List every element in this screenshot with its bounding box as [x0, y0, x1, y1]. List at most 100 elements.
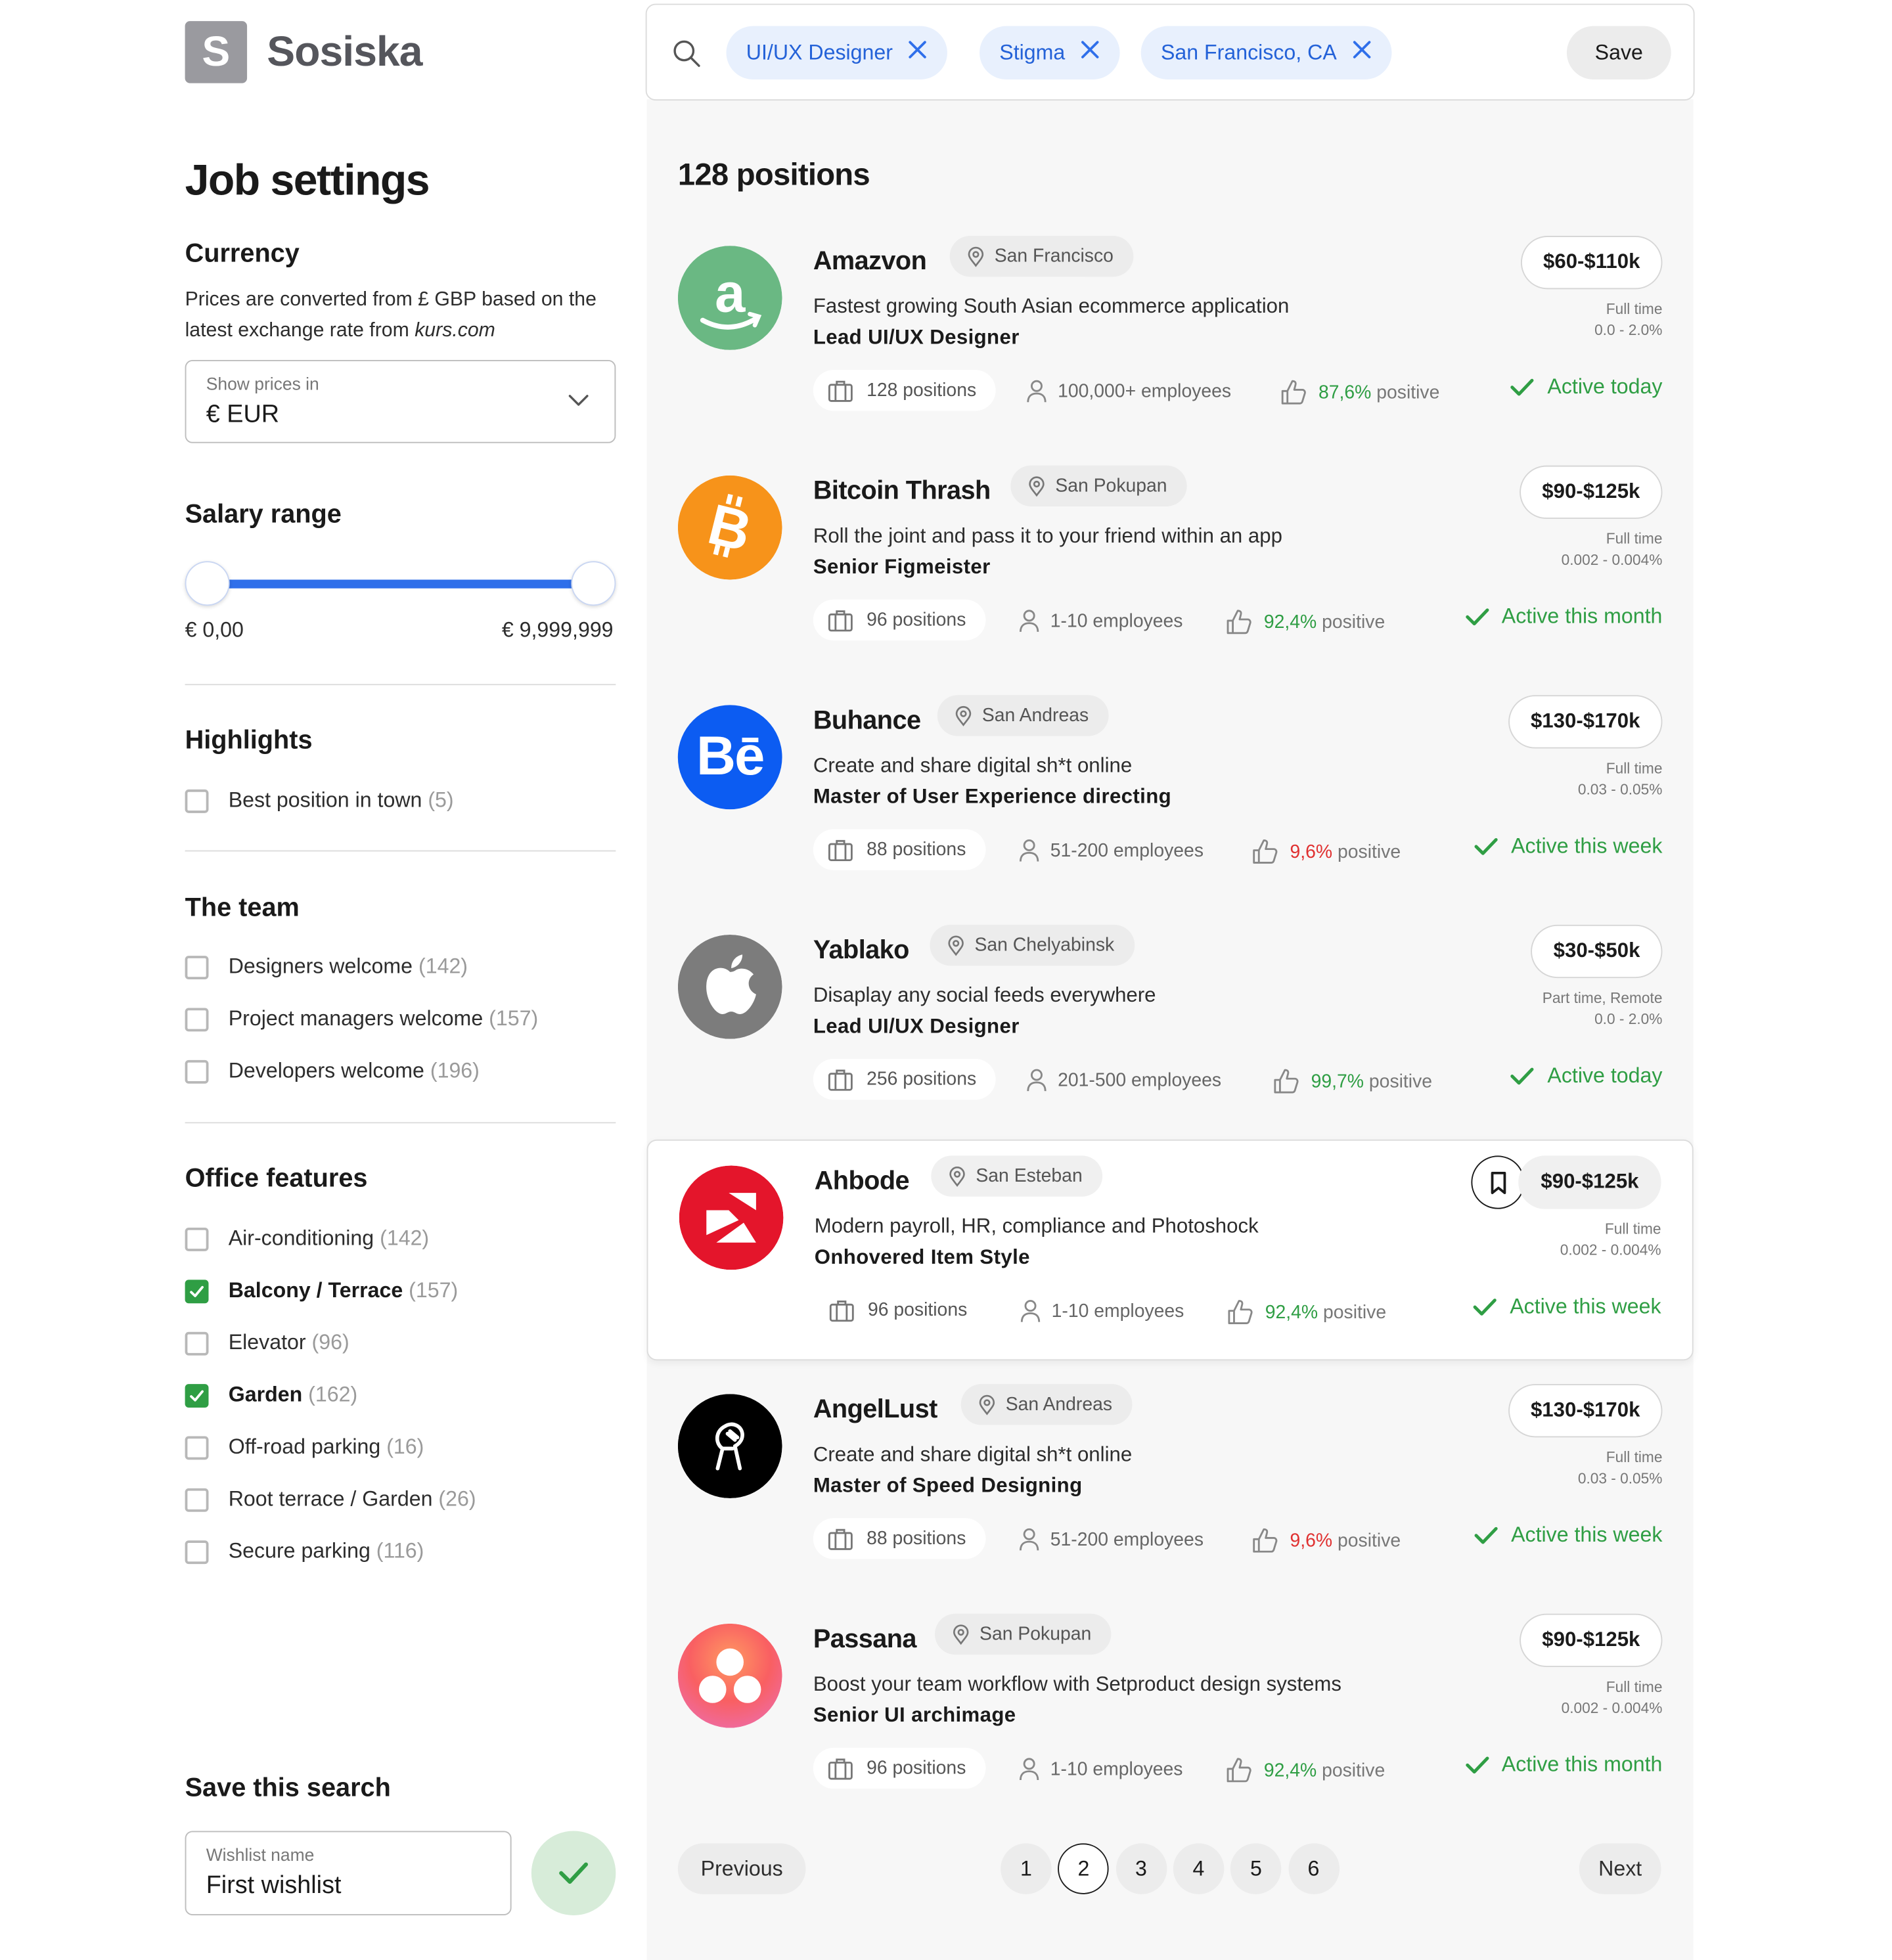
- search-bar[interactable]: UI/UX Designer Stigma San Francisco, CA Sa…: [645, 3, 1695, 101]
- page-number-button[interactable]: 5: [1230, 1843, 1282, 1894]
- company-name[interactable]: Bitcoin Thrash: [813, 477, 991, 506]
- wishlist-name-input[interactable]: Wishlist name First wishlist: [185, 1831, 512, 1915]
- filter-checkbox[interactable]: Designers welcome (142): [185, 953, 468, 981]
- rating-suffix: positive: [1368, 1070, 1433, 1092]
- remove-chip-button[interactable]: [1351, 39, 1371, 66]
- filter-checkbox[interactable]: Air-conditioning (142): [185, 1225, 430, 1253]
- activity-text: Active this month: [1501, 1752, 1663, 1777]
- filter-checkbox[interactable]: Secure parking (116): [185, 1538, 424, 1565]
- app-logo[interactable]: S Sosiska: [185, 21, 423, 83]
- save-search-button[interactable]: Save: [1566, 26, 1671, 79]
- checkbox-count: (142): [380, 1226, 430, 1251]
- checkbox-checked[interactable]: [185, 1383, 209, 1408]
- checkbox-unchecked[interactable]: [185, 1331, 209, 1355]
- job-card[interactable]: B Bitcoin Thrash San Pokupan Roll the joint…: [647, 459, 1694, 677]
- rating-text: 99,7% positive: [1311, 1071, 1432, 1092]
- positions-count: 256 positions: [867, 1069, 977, 1090]
- positions-badge: 88 positions: [813, 1518, 986, 1559]
- positions-badge: 128 positions: [813, 370, 997, 411]
- page-number-button[interactable]: 2: [1058, 1843, 1110, 1894]
- job-card[interactable]: Passana San Pokupan Boost your team workfl…: [647, 1607, 1694, 1825]
- filters-sidebar: S Sosiska Job settings Currency Prices a…: [185, 0, 616, 1960]
- positions-badge: 96 positions: [813, 1747, 986, 1789]
- filter-checkbox[interactable]: Root terrace / Garden (26): [185, 1486, 476, 1513]
- checkbox-unchecked[interactable]: [185, 1059, 209, 1083]
- positions-badge: 96 positions: [813, 599, 986, 641]
- rating-text: 92,4% positive: [1265, 1301, 1386, 1322]
- filter-checkbox[interactable]: Project managers welcome (157): [185, 1006, 538, 1033]
- chevron-down-icon: [568, 395, 589, 406]
- filter-checkbox[interactable]: Balcony / Terrace (157): [185, 1278, 458, 1305]
- company-name[interactable]: Ahbode: [815, 1167, 910, 1196]
- salary-range-slider[interactable]: [185, 561, 616, 606]
- bookmark-button[interactable]: [1471, 1155, 1525, 1209]
- filter-checkbox[interactable]: Garden (162): [185, 1381, 357, 1409]
- company-name[interactable]: AngelLust: [813, 1395, 937, 1425]
- positions-count: 96 positions: [867, 1757, 966, 1779]
- check-icon: [1465, 608, 1489, 626]
- positions-count: 88 positions: [867, 1528, 966, 1549]
- job-card[interactable]: Ahbode San Esteban Modern payroll, HR, com…: [646, 1139, 1694, 1361]
- save-search-heading: Save this search: [185, 1773, 391, 1802]
- activity-status: Active this month: [1464, 604, 1662, 629]
- salary-min-handle[interactable]: [185, 561, 230, 606]
- page-number-button[interactable]: 3: [1115, 1843, 1167, 1894]
- filter-chip[interactable]: Stigma: [980, 26, 1120, 79]
- positions-badge: 256 positions: [813, 1058, 997, 1100]
- checkbox-unchecked[interactable]: [185, 955, 209, 979]
- filter-checkbox[interactable]: Elevator (96): [185, 1329, 349, 1357]
- location-text: San Pokupan: [980, 1623, 1092, 1645]
- job-card[interactable]: AngelLust San Andreas Create and share dig…: [647, 1378, 1694, 1595]
- checkbox-unchecked[interactable]: [185, 1435, 209, 1459]
- checkbox-checked[interactable]: [185, 1279, 209, 1303]
- remove-chip-button[interactable]: [908, 39, 928, 66]
- filter-checkbox[interactable]: Best position in town (5): [185, 787, 454, 814]
- rating-suffix: positive: [1322, 611, 1385, 633]
- company-name[interactable]: Buhance: [813, 706, 921, 736]
- checkbox-label-text: Secure parking: [228, 1539, 371, 1563]
- page-number-button[interactable]: 6: [1288, 1843, 1340, 1894]
- filter-checkbox[interactable]: Off-road parking (16): [185, 1434, 424, 1461]
- page-number-button[interactable]: 4: [1173, 1843, 1225, 1894]
- activity-status: Active this month: [1464, 1752, 1662, 1777]
- salary-max-handle[interactable]: [571, 561, 616, 606]
- job-role: Lead UI/UX Designer: [813, 1015, 1020, 1038]
- rating-text: 92,4% positive: [1264, 612, 1385, 633]
- salary-badge: $60-$110k: [1521, 236, 1663, 290]
- checkbox-unchecked[interactable]: [185, 1540, 209, 1564]
- rating-info: 9,6% positive: [1251, 1526, 1401, 1554]
- salary-heading: Salary range: [185, 500, 342, 529]
- currency-select[interactable]: Show prices in € EUR: [185, 360, 616, 443]
- confirm-wishlist-button[interactable]: [531, 1831, 616, 1915]
- next-page-button[interactable]: Next: [1579, 1843, 1661, 1894]
- company-tagline: Modern payroll, HR, compliance and Photo…: [814, 1215, 1259, 1238]
- checkbox-unchecked[interactable]: [185, 1227, 209, 1251]
- employees-info: 100,000+ employees: [1025, 378, 1231, 403]
- job-card[interactable]: a Amazvon San Francisco Fastest growing Sou…: [647, 230, 1694, 447]
- job-card[interactable]: Bē Buhance San Andreas Create and share dig…: [647, 689, 1694, 906]
- company-name[interactable]: Passana: [813, 1625, 917, 1655]
- rating-suffix: positive: [1338, 841, 1401, 862]
- checkbox-unchecked[interactable]: [185, 1487, 209, 1511]
- briefcase-icon: [828, 610, 853, 631]
- check-icon: [190, 1285, 204, 1297]
- company-name[interactable]: Amazvon: [813, 247, 927, 277]
- page-number-button[interactable]: 1: [1001, 1843, 1052, 1894]
- behance-logo-text: Bē: [696, 726, 765, 788]
- filter-chip[interactable]: UI/UX Designer: [726, 26, 948, 79]
- checkbox-count: (26): [438, 1486, 476, 1511]
- checkbox-count: (116): [376, 1539, 424, 1563]
- remove-chip-button[interactable]: [1080, 39, 1100, 66]
- filter-checkbox[interactable]: Developers welcome (196): [185, 1058, 480, 1085]
- checkbox-unchecked[interactable]: [185, 1007, 209, 1031]
- employees-count: 1-10 employees: [1050, 1758, 1183, 1780]
- company-name[interactable]: Yablako: [813, 936, 910, 966]
- previous-page-button[interactable]: Previous: [677, 1843, 806, 1894]
- filter-chip[interactable]: San Francisco, CA: [1140, 26, 1391, 79]
- person-icon: [1027, 380, 1047, 403]
- job-card[interactable]: Yablako San Chelyabinsk Disaplay any socia…: [647, 918, 1694, 1136]
- rating-value: 9,6%: [1290, 841, 1333, 862]
- checkbox-unchecked[interactable]: [185, 788, 209, 813]
- checkbox-count: (196): [430, 1058, 480, 1082]
- location-text: San Pokupan: [1055, 475, 1167, 497]
